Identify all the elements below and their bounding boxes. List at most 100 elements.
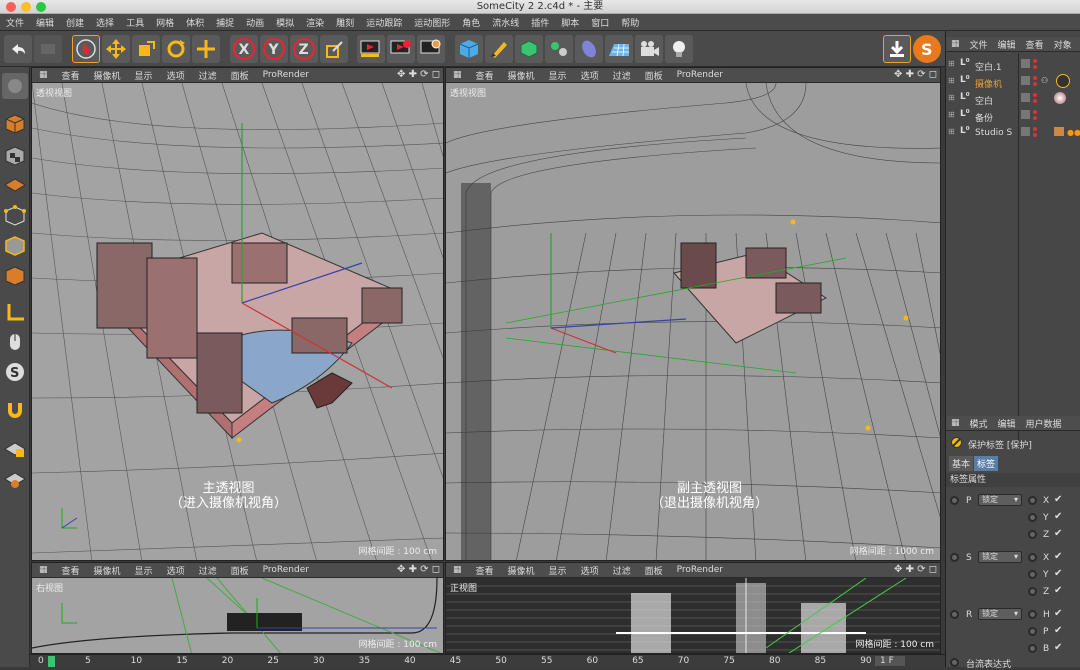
edges-mode-icon[interactable] xyxy=(2,233,28,259)
object-row[interactable]: ⊞ L⁰ 摄像机 ⚇ xyxy=(946,74,1080,90)
viewport-menu-item[interactable]: 过滤 xyxy=(192,69,224,82)
visibility-dot[interactable] xyxy=(1033,116,1037,120)
lock-dropdown[interactable]: 锁定 ▾ xyxy=(978,551,1022,563)
viewport-menu-item[interactable]: 面板 xyxy=(224,69,256,82)
material-tag-icon[interactable] xyxy=(1054,92,1066,104)
plugin-s-icon[interactable]: S xyxy=(913,35,941,63)
visibility-dot[interactable] xyxy=(1033,93,1037,97)
menu-item-4[interactable]: 工具 xyxy=(120,16,150,29)
visibility-dot[interactable] xyxy=(1033,76,1037,80)
menu-item-0[interactable]: 文件 xyxy=(0,16,30,29)
checkbox-checked-icon[interactable]: ✔ xyxy=(1054,608,1062,619)
menu-item-19[interactable]: 帮助 xyxy=(615,16,645,29)
minimize-window-button[interactable] xyxy=(21,2,31,12)
front-viewport[interactable]: ▦ 查看 摄像机 显示 选项 过滤 面板 ProRender ✥ ✚ ⟳ ◻ 正视图 网格间距… xyxy=(445,562,941,654)
menu-item-2[interactable]: 创建 xyxy=(60,16,90,29)
tag-dots-icon[interactable]: ●● xyxy=(1067,128,1080,137)
visibility-dot[interactable] xyxy=(1033,127,1037,131)
visibility-dot[interactable] xyxy=(1033,99,1037,103)
menu-item-18[interactable]: 窗口 xyxy=(585,16,615,29)
menu-item-13[interactable]: 运动图形 xyxy=(408,16,456,29)
tree-toggle-icon[interactable]: ⊞ xyxy=(948,59,955,68)
visibility-dot[interactable] xyxy=(1033,82,1037,86)
floor-icon[interactable] xyxy=(605,35,633,63)
texture-mode-icon[interactable] xyxy=(2,143,28,169)
menu-item-1[interactable]: 编辑 xyxy=(30,16,60,29)
subdivision-icon[interactable] xyxy=(515,35,543,63)
redo-icon[interactable] xyxy=(34,35,62,63)
viewport-menu-item[interactable]: 显示 xyxy=(542,564,574,577)
menu-item-12[interactable]: 运动跟踪 xyxy=(360,16,408,29)
viewport-nav-icons[interactable]: ✥ ✚ ⟳ ◻ xyxy=(894,69,937,80)
viewport-menu-item[interactable]: 查看 xyxy=(55,564,87,577)
visibility-dot[interactable] xyxy=(1033,59,1037,63)
render-settings-icon[interactable] xyxy=(417,35,445,63)
visibility-dot[interactable] xyxy=(1033,133,1037,137)
layer-icon[interactable] xyxy=(1021,93,1030,102)
panel-grip-icon[interactable]: ▦ xyxy=(446,565,469,575)
viewport-menu-item[interactable]: 面板 xyxy=(638,69,670,82)
layer-icon[interactable] xyxy=(1021,110,1030,119)
layer-icon[interactable] xyxy=(1021,59,1030,68)
coordinate-icon[interactable] xyxy=(320,35,348,63)
checkbox-checked-icon[interactable]: ✔ xyxy=(1054,528,1062,539)
axis-radio[interactable] xyxy=(1028,627,1037,636)
viewport-menu-item[interactable]: 显示 xyxy=(128,69,160,82)
object-menu-item[interactable]: 编辑 xyxy=(993,38,1021,51)
lock-workplane-icon[interactable] xyxy=(2,435,28,461)
magnet-icon[interactable] xyxy=(2,397,28,423)
axis-radio[interactable] xyxy=(1028,496,1037,505)
render-view-icon[interactable] xyxy=(357,35,385,63)
viewport-menu-item[interactable]: ProRender xyxy=(670,565,730,575)
viewport-menu-item[interactable]: 摄像机 xyxy=(87,564,128,577)
checkbox-checked-icon[interactable]: ✔ xyxy=(1054,551,1062,562)
select-icon[interactable] xyxy=(72,35,100,63)
points-mode-icon[interactable] xyxy=(2,203,28,229)
viewport-menu-item[interactable]: 查看 xyxy=(55,69,87,82)
attribute-menu-item[interactable]: 编辑 xyxy=(993,417,1021,430)
viewport-nav-icons[interactable]: ✥ ✚ ⟳ ◻ xyxy=(894,564,937,575)
checkbox-checked-icon[interactable]: ✔ xyxy=(1054,511,1062,522)
tree-toggle-icon[interactable]: ⊞ xyxy=(948,93,955,102)
viewport-menu-item[interactable]: 显示 xyxy=(128,564,160,577)
tree-toggle-icon[interactable]: ⊞ xyxy=(948,127,955,136)
main-perspective-viewport[interactable]: ▦ 查看 摄像机 显示 选项 过滤 面板 ProRender ✥ ✚ ⟳ ◻ 透视视图 主透视… xyxy=(31,67,444,561)
attribute-menu-item[interactable]: 用户数据 xyxy=(1021,417,1067,430)
menu-item-7[interactable]: 捕捉 xyxy=(210,16,240,29)
checkbox-checked-icon[interactable]: ✔ xyxy=(1054,642,1062,653)
cube-icon[interactable] xyxy=(455,35,483,63)
move-icon[interactable] xyxy=(102,35,130,63)
viewport-menu-item[interactable]: 选项 xyxy=(160,564,192,577)
viewport-menu-item[interactable]: 查看 xyxy=(469,69,501,82)
tree-toggle-icon[interactable]: ⊞ xyxy=(948,110,955,119)
workplane-icon[interactable] xyxy=(2,171,28,197)
scale-icon[interactable] xyxy=(132,35,160,63)
menu-item-15[interactable]: 流水线 xyxy=(486,16,525,29)
playhead[interactable] xyxy=(48,656,55,667)
zoom-window-button[interactable] xyxy=(36,2,46,12)
object-menu-item[interactable]: 文件 xyxy=(965,38,993,51)
panel-grip-icon[interactable]: ▦ xyxy=(946,39,965,49)
animation-radio[interactable] xyxy=(950,496,959,505)
light-icon[interactable] xyxy=(665,35,693,63)
tab-tag[interactable]: 标签 xyxy=(974,456,999,471)
panel-grip-icon[interactable]: ▦ xyxy=(946,418,965,428)
object-menu-item[interactable]: 对象 xyxy=(1049,38,1077,51)
menu-item-8[interactable]: 动画 xyxy=(240,16,270,29)
viewport-menu-item[interactable]: 面板 xyxy=(638,564,670,577)
visibility-dot[interactable] xyxy=(1033,65,1037,69)
frame-field[interactable]: 1 F xyxy=(875,656,905,666)
viewport-menu-item[interactable]: ProRender xyxy=(256,565,316,575)
y-axis-icon[interactable]: Y xyxy=(260,35,288,63)
checkbox-checked-icon[interactable]: ✔ xyxy=(1054,568,1062,579)
object-row[interactable]: ⊞ L⁰ Studio S ●● xyxy=(946,125,1080,141)
polygons-mode-icon[interactable] xyxy=(2,263,28,289)
camera-tag-icon[interactable]: ⚇ xyxy=(1041,76,1048,85)
menu-item-9[interactable]: 模拟 xyxy=(270,16,300,29)
enable-axis-icon[interactable] xyxy=(2,299,28,325)
viewport-menu-item[interactable]: ProRender xyxy=(256,70,316,80)
checkbox-checked-icon[interactable]: ✔ xyxy=(1054,494,1062,505)
axis-radio[interactable] xyxy=(1028,644,1037,653)
layer-icon[interactable] xyxy=(1021,76,1030,85)
checkbox-checked-icon[interactable]: ✔ xyxy=(1054,625,1062,636)
